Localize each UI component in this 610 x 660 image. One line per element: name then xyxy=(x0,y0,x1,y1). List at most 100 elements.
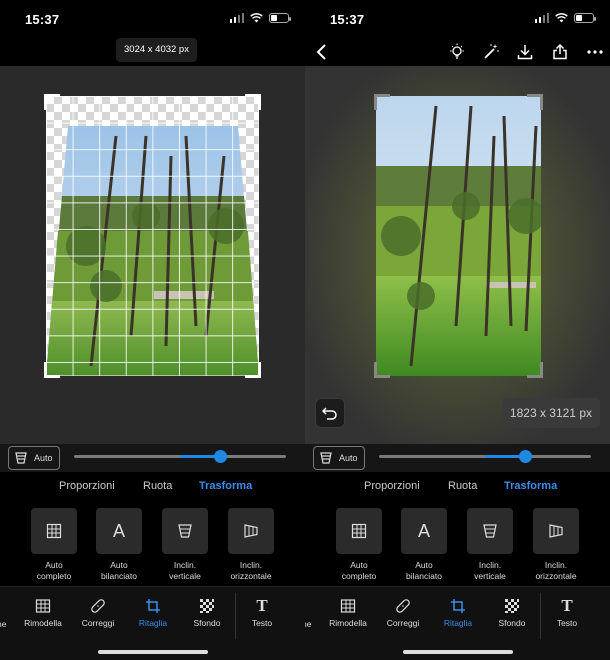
nav-correggi[interactable]: Correggi xyxy=(70,597,126,628)
bandage-icon xyxy=(396,599,410,613)
tool-auto-completo[interactable]: Auto completo xyxy=(324,508,394,582)
tool-auto-bilanciato[interactable]: A Auto bilanciato xyxy=(389,508,459,582)
vertical-tilt-icon xyxy=(178,524,192,538)
transform-tools: Auto completo A Auto bilanciato Inclin. ver… xyxy=(0,508,305,586)
nav-sfondo[interactable]: Sfondo xyxy=(484,597,540,628)
tab-trasforma[interactable]: Trasforma xyxy=(199,480,252,492)
crop-canvas[interactable]: 1823 x 3121 px xyxy=(305,66,610,444)
grid-icon xyxy=(351,523,367,539)
hints-button[interactable] xyxy=(445,40,469,64)
crop-handle-top-left[interactable] xyxy=(44,94,60,110)
crop-grid xyxy=(46,96,259,376)
auto-label: Auto xyxy=(339,453,358,463)
battery-icon xyxy=(269,13,291,23)
text-icon: T xyxy=(561,596,573,615)
nav-label: Testo xyxy=(251,618,273,628)
letter-a-icon: A xyxy=(417,520,430,541)
undo-icon xyxy=(322,407,337,420)
tool-label: Auto bilanciato xyxy=(406,560,442,581)
status-icons xyxy=(229,13,291,23)
crop-handle-bottom-right[interactable] xyxy=(245,362,261,378)
top-bar: 3024 x 4032 px xyxy=(0,36,305,66)
nav-sfondo[interactable]: Sfondo xyxy=(179,597,235,628)
back-button[interactable] xyxy=(310,40,334,64)
crop-handle-top-right[interactable] xyxy=(527,94,543,110)
signal-icon xyxy=(229,13,244,23)
tool-label: Inclin. orizzontale xyxy=(230,560,272,581)
nav-testo[interactable]: T Testo xyxy=(234,596,290,628)
crop-icon xyxy=(146,599,160,613)
more-button[interactable] xyxy=(583,40,607,64)
tool-inclin-orizzontale[interactable]: Inclin. orizzontale xyxy=(521,508,591,582)
tab-proporzioni[interactable]: Proporzioni xyxy=(59,480,115,492)
slider-knob[interactable] xyxy=(213,450,227,463)
letter-a-icon: A xyxy=(112,520,125,541)
tool-inclin-verticale[interactable]: Inclin. verticale xyxy=(455,508,525,582)
nav-label: Ritaglia xyxy=(138,618,168,628)
auto-button[interactable]: Auto xyxy=(313,446,365,470)
battery-icon xyxy=(574,13,596,23)
tool-inclin-orizzontale[interactable]: Inclin. orizzontale xyxy=(216,508,286,582)
tab-ruota[interactable]: Ruota xyxy=(143,480,172,492)
wifi-icon xyxy=(555,13,568,23)
crop-handle-top-right[interactable] xyxy=(245,94,261,110)
wifi-icon xyxy=(250,13,263,23)
background-icon xyxy=(200,599,214,613)
nav-edge-label: ne xyxy=(305,619,312,629)
status-bar: 15:37 xyxy=(305,0,610,36)
status-bar: 15:37 xyxy=(0,0,305,36)
crop-tabs: Proporzioni Ruota Trasforma xyxy=(305,480,610,496)
nav-label: Testo xyxy=(556,618,578,628)
transform-slider[interactable] xyxy=(74,450,286,463)
transform-tools: Auto completo A Auto bilanciato Inclin. ver… xyxy=(305,508,610,586)
tab-proporzioni[interactable]: Proporzioni xyxy=(364,480,420,492)
chevron-left-icon xyxy=(316,44,326,60)
nav-label: Ritaglia xyxy=(443,618,473,628)
signal-icon xyxy=(534,13,549,23)
reshape-icon xyxy=(340,599,356,613)
more-icon xyxy=(587,50,603,54)
nav-correggi[interactable]: Correggi xyxy=(375,597,431,628)
transform-slider-row: Auto xyxy=(305,444,610,472)
crop-handle-bottom-right[interactable] xyxy=(527,362,543,378)
transform-slider[interactable] xyxy=(379,450,591,463)
reshape-icon xyxy=(35,599,51,613)
download-button[interactable] xyxy=(513,40,537,64)
tool-auto-completo[interactable]: Auto completo xyxy=(19,508,89,582)
tab-trasforma[interactable]: Trasforma xyxy=(504,480,557,492)
lightbulb-icon xyxy=(450,43,464,59)
crop-canvas[interactable] xyxy=(0,66,305,444)
grid-icon xyxy=(46,523,62,539)
undo-button[interactable] xyxy=(315,398,345,428)
nav-edge-label: ne xyxy=(0,619,7,629)
nav-ritaglia[interactable]: Ritaglia xyxy=(125,597,181,628)
top-bar xyxy=(305,36,610,66)
home-indicator xyxy=(403,650,513,654)
auto-button[interactable]: Auto xyxy=(8,446,60,470)
photo-preview xyxy=(376,96,541,376)
nav-rimodella[interactable]: Rimodella xyxy=(320,597,376,628)
crop-handle-top-left[interactable] xyxy=(374,94,390,110)
crop-handle-bottom-left[interactable] xyxy=(44,362,60,378)
crop-icon xyxy=(451,599,465,613)
right-screen: 15:37 1823 x 3121 px Auto Proporzioni Ru… xyxy=(305,0,610,660)
nav-testo[interactable]: T Testo xyxy=(539,596,595,628)
tab-ruota[interactable]: Ruota xyxy=(448,480,477,492)
nav-rimodella[interactable]: Rimodella xyxy=(15,597,71,628)
left-screen: 15:37 3024 x 4032 px Auto Proporzioni Ru… xyxy=(0,0,305,660)
tool-auto-bilanciato[interactable]: A Auto bilanciato xyxy=(84,508,154,582)
clock: 15:37 xyxy=(330,12,365,27)
image-dimensions-badge: 1823 x 3121 px xyxy=(501,398,600,428)
nav-ritaglia[interactable]: Ritaglia xyxy=(430,597,486,628)
nav-label: Sfondo xyxy=(498,618,526,628)
share-button[interactable] xyxy=(548,40,572,64)
slider-knob[interactable] xyxy=(518,450,532,463)
tool-label: Auto completo xyxy=(36,560,72,581)
bandage-icon xyxy=(91,599,105,613)
auto-enhance-button[interactable] xyxy=(479,40,503,64)
magic-wand-icon xyxy=(484,44,499,59)
download-icon xyxy=(517,45,533,60)
status-icons xyxy=(534,13,596,23)
tool-inclin-verticale[interactable]: Inclin. verticale xyxy=(150,508,220,582)
crop-handle-bottom-left[interactable] xyxy=(374,362,390,378)
